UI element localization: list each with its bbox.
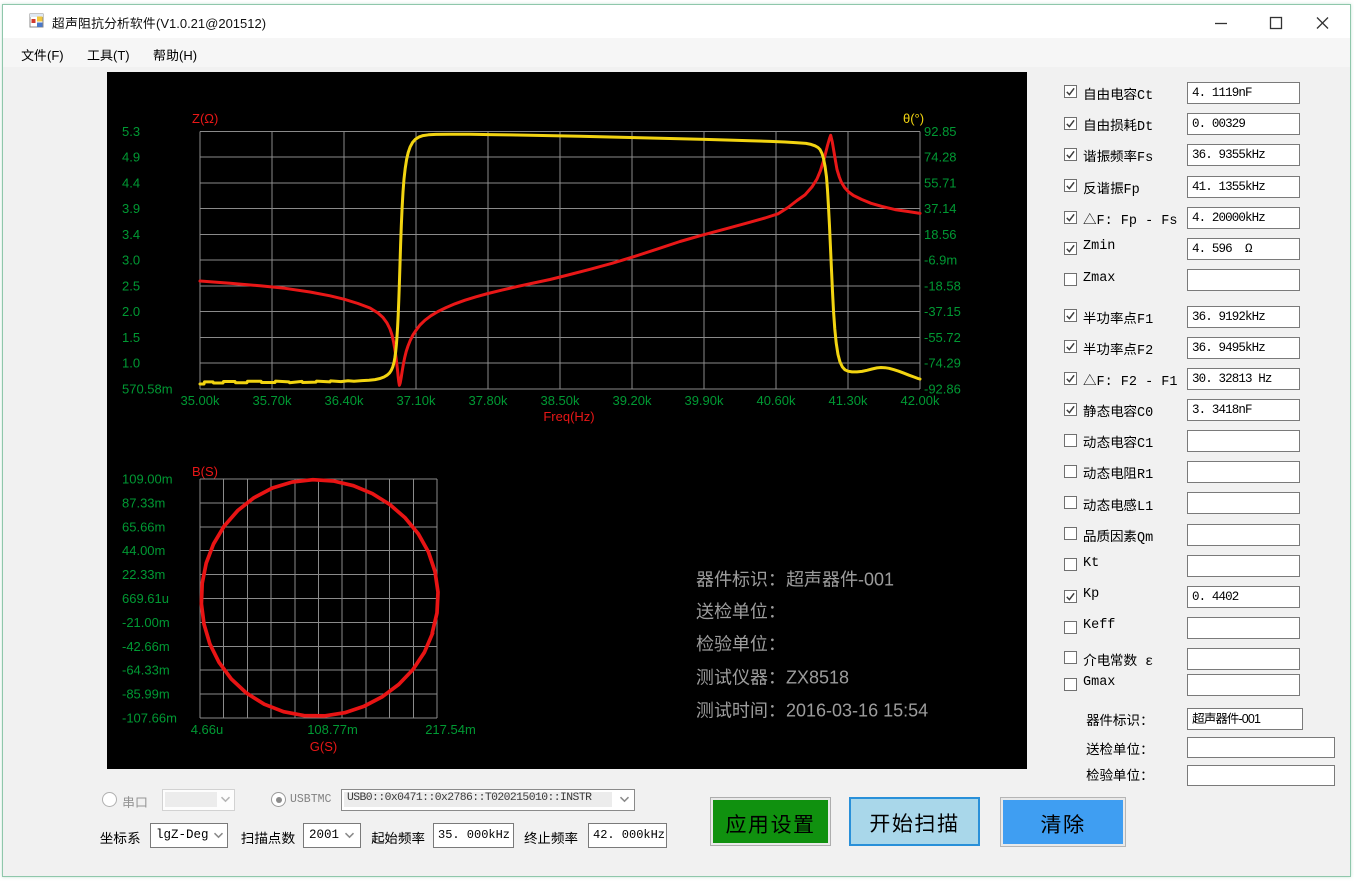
svg-text:92.85: 92.85	[924, 124, 957, 139]
svg-text:Z(Ω): Z(Ω)	[192, 111, 218, 126]
svg-text:44.00m: 44.00m	[122, 543, 165, 558]
svg-text:35.70k: 35.70k	[252, 393, 292, 408]
svg-text:18.56: 18.56	[924, 227, 957, 242]
svg-text:送检单位：: 送检单位：	[696, 602, 786, 622]
svg-text:108.77m: 108.77m	[307, 722, 358, 737]
svg-text:-18.58: -18.58	[924, 278, 961, 293]
svg-text:5.3: 5.3	[122, 124, 140, 139]
svg-text:-107.66m: -107.66m	[122, 711, 177, 726]
svg-text:38.50k: 38.50k	[540, 393, 580, 408]
svg-text:G(S): G(S)	[310, 739, 337, 754]
svg-text:42.00k: 42.00k	[900, 393, 940, 408]
svg-text:检验单位：: 检验单位：	[696, 634, 786, 654]
svg-text:22.33m: 22.33m	[122, 567, 165, 582]
svg-text:器件标识：超声器件-001: 器件标识：超声器件-001	[696, 570, 894, 590]
svg-text:87.33m: 87.33m	[122, 495, 165, 510]
svg-text:测试仪器：ZX8518: 测试仪器：ZX8518	[696, 668, 849, 688]
svg-text:37.14: 37.14	[924, 201, 957, 216]
svg-text:-64.33m: -64.33m	[122, 663, 170, 678]
svg-text:测试时间：2016-03-16 15:54: 测试时间：2016-03-16 15:54	[696, 701, 928, 721]
svg-text:θ(°): θ(°)	[903, 111, 924, 126]
svg-text:-37.15: -37.15	[924, 304, 961, 319]
svg-text:2.5: 2.5	[122, 278, 140, 293]
svg-text:1.5: 1.5	[122, 330, 140, 345]
svg-text:4.66u: 4.66u	[191, 722, 224, 737]
svg-text:55.71: 55.71	[924, 175, 957, 190]
svg-text:570.58m: 570.58m	[122, 382, 173, 397]
svg-text:39.20k: 39.20k	[612, 393, 652, 408]
svg-text:74.28: 74.28	[924, 150, 957, 165]
svg-text:1.0: 1.0	[122, 356, 140, 371]
svg-text:41.30k: 41.30k	[828, 393, 868, 408]
svg-text:2.0: 2.0	[122, 304, 140, 319]
svg-text:4.4: 4.4	[122, 175, 140, 190]
svg-text:3.0: 3.0	[122, 253, 140, 268]
svg-text:3.4: 3.4	[122, 227, 140, 242]
svg-text:4.9: 4.9	[122, 150, 140, 165]
svg-text:B(S): B(S)	[192, 464, 218, 479]
svg-text:669.61u: 669.61u	[122, 591, 169, 606]
svg-text:217.54m: 217.54m	[425, 722, 476, 737]
svg-text:3.9: 3.9	[122, 201, 140, 216]
svg-text:-74.29: -74.29	[924, 356, 961, 371]
svg-text:-85.99m: -85.99m	[122, 687, 170, 702]
svg-text:39.90k: 39.90k	[684, 393, 724, 408]
svg-text:-42.66m: -42.66m	[122, 639, 170, 654]
svg-text:109.00m: 109.00m	[122, 472, 173, 487]
svg-text:-21.00m: -21.00m	[122, 615, 170, 630]
svg-text:65.66m: 65.66m	[122, 519, 165, 534]
svg-text:37.80k: 37.80k	[468, 393, 508, 408]
svg-text:36.40k: 36.40k	[324, 393, 364, 408]
svg-text:35.00k: 35.00k	[180, 393, 220, 408]
svg-text:-6.9m: -6.9m	[924, 253, 957, 268]
svg-text:40.60k: 40.60k	[756, 393, 796, 408]
svg-text:37.10k: 37.10k	[396, 393, 436, 408]
svg-text:Freq(Hz): Freq(Hz)	[543, 409, 594, 424]
svg-text:-55.72: -55.72	[924, 330, 961, 345]
